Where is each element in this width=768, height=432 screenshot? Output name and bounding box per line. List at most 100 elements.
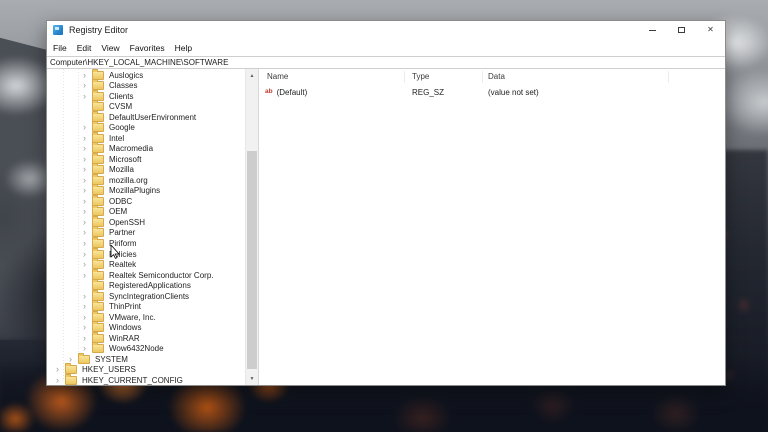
tree-item[interactable]: › HKEY_CURRENT_CONFIG — [47, 373, 245, 385]
tree-item[interactable]: › Intel — [47, 131, 245, 144]
tree-item[interactable]: › Google — [47, 121, 245, 134]
chevron-right-icon[interactable]: › — [83, 154, 92, 164]
value-row-default[interactable]: ab (Default) REG_SZ (value not set) — [259, 87, 725, 98]
tree-item-label: ThinPrint — [109, 302, 142, 312]
tree-item[interactable]: › OpenSSH — [47, 215, 245, 228]
chevron-right-icon[interactable]: › — [83, 165, 92, 174]
tree-item[interactable]: › SyncIntegrationClients — [47, 289, 245, 302]
tree-item-label: SyncIntegrationClients — [109, 291, 190, 301]
chevron-right-icon[interactable]: › — [83, 228, 92, 237]
tree-item-label: Classes — [109, 81, 138, 91]
tree-item-label: OEM — [109, 207, 128, 217]
value-list-pane: Name Type Data ab (Default) REG_SZ (valu… — [259, 69, 725, 385]
tree-item[interactable]: › VMware, Inc. — [47, 310, 245, 323]
column-header-data[interactable]: Data — [483, 71, 669, 83]
tree-item[interactable]: › DefaultUserEnvironment — [47, 110, 245, 123]
tree-item-label: Auslogics — [109, 70, 144, 80]
chevron-right-icon[interactable]: › — [83, 270, 92, 280]
menu-item[interactable]: View — [96, 43, 124, 53]
tree-item[interactable]: › Mozilla — [47, 163, 245, 176]
tree-item[interactable]: › Realtek Semiconductor Corp. — [47, 268, 245, 281]
folder-icon — [65, 363, 77, 375]
maximize-button[interactable] — [667, 21, 696, 39]
chevron-right-icon[interactable]: › — [83, 344, 92, 353]
menu-item[interactable]: Favorites — [125, 43, 170, 53]
tree-item[interactable]: › Macromedia — [47, 142, 245, 155]
tree-item-label: RegisteredApplications — [109, 281, 191, 291]
tree-item[interactable]: › Classes — [47, 79, 245, 92]
menu-item[interactable]: Edit — [72, 43, 97, 53]
menu-item[interactable]: File — [48, 43, 72, 53]
tree-item-label: HKEY_CURRENT_CONFIG — [82, 375, 183, 385]
tree-item[interactable]: › CVSM — [47, 100, 245, 113]
chevron-right-icon[interactable]: › — [83, 207, 92, 216]
tree-item[interactable]: › WinRAR — [47, 331, 245, 344]
folder-icon — [92, 342, 104, 354]
chevron-right-icon[interactable]: › — [83, 186, 92, 195]
chevron-right-icon[interactable]: › — [83, 81, 92, 90]
main-area: › Auslogics › Classes › Clients CVSM Def… — [47, 69, 725, 385]
chevron-right-icon[interactable]: › — [56, 365, 65, 374]
mouse-cursor — [110, 245, 120, 259]
tree-item[interactable]: › SYSTEM — [47, 352, 245, 365]
tree-item[interactable]: › Partner — [47, 226, 245, 239]
tree-item[interactable]: › Policies — [47, 247, 245, 260]
chevron-right-icon[interactable]: › — [83, 291, 92, 301]
string-value-icon: ab — [265, 88, 273, 96]
chevron-right-icon[interactable]: › — [83, 312, 92, 322]
tree-item[interactable]: › Microsoft — [47, 152, 245, 165]
tree-item-label: Mozilla — [109, 165, 134, 175]
tree-item[interactable]: › Piriform — [47, 237, 245, 249]
registry-tree-pane: › Auslogics › Classes › Clients CVSM Def… — [47, 69, 259, 385]
menu-item[interactable]: Help — [170, 43, 197, 53]
tree-item[interactable]: › mozilla.org — [47, 173, 245, 186]
close-button[interactable]: ✕ — [696, 21, 725, 39]
chevron-right-icon[interactable]: › — [83, 123, 92, 132]
title-bar[interactable]: Registry Editor ✕ — [47, 21, 725, 39]
window-title: Registry Editor — [69, 25, 129, 35]
chevron-right-icon[interactable]: › — [83, 217, 92, 227]
tree-item[interactable]: › Auslogics — [47, 69, 245, 81]
list-header: Name Type Data — [259, 69, 725, 85]
minimize-button[interactable] — [638, 21, 667, 39]
tree-item[interactable]: › OEM — [47, 205, 245, 218]
tree-item-label: Clients — [109, 91, 134, 101]
column-header-filler — [669, 71, 725, 83]
tree-item[interactable]: › RegisteredApplications — [47, 279, 245, 291]
tree-item[interactable]: › ODBC — [47, 194, 245, 207]
chevron-right-icon[interactable]: › — [83, 333, 92, 343]
registry-editor-icon — [53, 25, 63, 35]
tree-item[interactable]: › Wow6432Node — [47, 342, 245, 354]
chevron-right-icon[interactable]: › — [56, 375, 65, 385]
tree-item-label: mozilla.org — [109, 175, 148, 185]
tree-item[interactable]: › HKEY_USERS — [47, 363, 245, 375]
chevron-right-icon[interactable]: › — [83, 249, 92, 259]
caption-buttons: ✕ — [638, 21, 725, 39]
tree-item-label: VMware, Inc. — [109, 312, 156, 322]
column-header-name[interactable]: Name — [259, 71, 405, 83]
chevron-right-icon[interactable]: › — [83, 91, 92, 101]
scroll-up-icon[interactable]: ▲ — [246, 69, 258, 82]
value-name: (Default) — [276, 88, 308, 97]
close-icon: ✕ — [707, 25, 714, 34]
chevron-right-icon[interactable]: › — [83, 260, 92, 269]
chevron-right-icon[interactable]: › — [83, 302, 92, 311]
chevron-right-icon[interactable]: › — [83, 70, 92, 80]
chevron-right-icon[interactable]: › — [83, 175, 92, 185]
chevron-right-icon[interactable]: › — [83, 323, 92, 332]
tree-item[interactable]: › Windows — [47, 321, 245, 333]
address-bar[interactable]: Computer\HKEY_LOCAL_MACHINE\SOFTWARE — [47, 56, 725, 69]
chevron-right-icon[interactable]: › — [83, 144, 92, 153]
scroll-down-icon[interactable]: ▼ — [246, 372, 258, 385]
tree-item[interactable]: › Realtek — [47, 258, 245, 270]
scrollbar-thumb[interactable] — [247, 151, 257, 369]
tree-item[interactable]: › ThinPrint — [47, 300, 245, 312]
column-header-type[interactable]: Type — [405, 71, 483, 83]
folder-icon — [92, 100, 104, 112]
chevron-right-icon[interactable]: › — [83, 196, 92, 206]
tree-scrollbar[interactable]: ▲ ▼ — [245, 69, 258, 385]
chevron-right-icon[interactable]: › — [83, 133, 92, 143]
tree-item[interactable]: › MozillaPlugins — [47, 184, 245, 197]
tree-item[interactable]: › Clients — [47, 89, 245, 102]
chevron-right-icon[interactable]: › — [83, 239, 92, 248]
